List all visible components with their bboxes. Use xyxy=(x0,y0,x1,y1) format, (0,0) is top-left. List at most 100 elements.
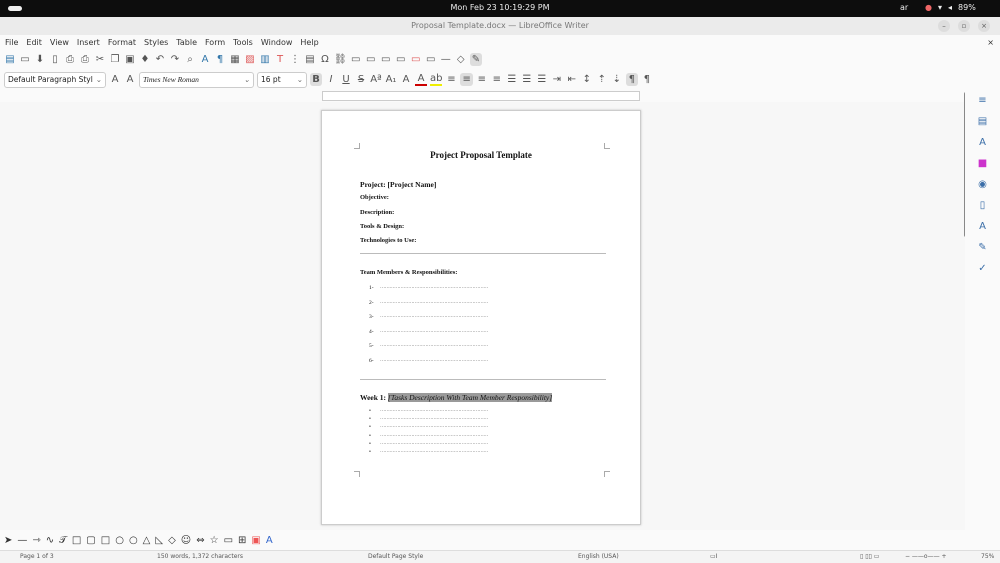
font-size-combo[interactable]: 16 pt ⌄ xyxy=(257,71,307,88)
menu-format[interactable]: Format xyxy=(108,35,136,50)
line-icon[interactable]: — xyxy=(440,54,452,65)
shapes-icon[interactable]: ◇ xyxy=(455,54,467,65)
align-left-icon[interactable]: ≡ xyxy=(445,74,457,85)
increase-indent-icon[interactable]: ⇥ xyxy=(551,74,563,85)
square-icon[interactable]: □ xyxy=(101,535,110,546)
highlight-icon[interactable]: ab xyxy=(430,73,443,86)
menu-icon[interactable]: ≡ xyxy=(978,95,986,106)
team-member-blank[interactable]: …………………………………………………………… xyxy=(380,358,488,363)
line-icon[interactable]: — xyxy=(17,535,27,546)
maximize-button[interactable]: ▫ xyxy=(958,20,970,32)
input-language[interactable]: ar xyxy=(900,3,908,12)
italic-icon[interactable]: I xyxy=(325,74,337,85)
chevron-down-icon[interactable]: ⌄ xyxy=(297,73,303,87)
clock[interactable]: Mon Feb 23 10:19:29 PM xyxy=(0,3,1000,12)
menu-file[interactable]: File xyxy=(5,35,18,50)
star-icon[interactable]: ☆ xyxy=(210,535,219,546)
menu-help[interactable]: Help xyxy=(300,35,318,50)
team-member-blank[interactable]: …………………………………………………………… xyxy=(380,300,488,305)
navigator-icon[interactable]: ◉ xyxy=(978,179,987,190)
decrease-indent-icon[interactable]: ⇤ xyxy=(566,74,578,85)
page-style[interactable]: Default Page Style xyxy=(368,551,423,563)
diamond-icon[interactable]: ◇ xyxy=(168,535,176,546)
horizontal-ruler[interactable] xyxy=(322,91,640,101)
design-icon[interactable]: ✓ xyxy=(978,263,986,274)
paste-icon[interactable]: ▣ xyxy=(124,54,136,65)
page-count[interactable]: Page 1 of 3 xyxy=(20,551,54,563)
strikethrough-icon[interactable]: S xyxy=(355,74,367,85)
rounded-rectangle-icon[interactable]: ▢ xyxy=(86,535,95,546)
underline-icon[interactable]: U xyxy=(340,74,352,85)
comment-icon[interactable]: ▭ xyxy=(410,54,422,65)
team-member-blank[interactable]: …………………………………………………………… xyxy=(380,314,488,319)
menu-table[interactable]: Table xyxy=(176,35,197,50)
find-replace-icon[interactable]: ⌕ xyxy=(184,54,196,65)
track-changes-icon[interactable]: ▭ xyxy=(425,54,437,65)
minimize-button[interactable]: – xyxy=(938,20,950,32)
styles-icon[interactable]: A xyxy=(979,137,986,148)
subscript-icon[interactable]: A₁ xyxy=(385,74,397,85)
new-style-icon[interactable]: A xyxy=(124,74,136,85)
menu-edit[interactable]: Edit xyxy=(26,35,42,50)
justify-icon[interactable]: ≡ xyxy=(491,74,503,85)
fontwork-icon[interactable]: 𝒯 xyxy=(59,535,67,546)
rtl-icon[interactable]: ¶ xyxy=(641,74,653,85)
cut-icon[interactable]: ✂ xyxy=(94,54,106,65)
language[interactable]: English (USA) xyxy=(578,551,619,563)
page-break-icon[interactable]: ⋮ xyxy=(289,54,301,65)
task-blank[interactable]: …………………………………………………………… xyxy=(380,424,488,429)
page-icon[interactable]: ▯ xyxy=(980,200,986,211)
font-color-icon[interactable]: A xyxy=(415,73,427,86)
chevron-down-icon[interactable]: ⌄ xyxy=(244,73,250,87)
task-blank[interactable]: …………………………………………………………… xyxy=(380,408,488,413)
undo-icon[interactable]: ↶ xyxy=(154,54,166,65)
selection-mode-icon[interactable]: ▭I xyxy=(710,551,717,563)
ellipse-icon[interactable]: ○ xyxy=(115,535,124,546)
bookmark-icon[interactable]: ▭ xyxy=(380,54,392,65)
image-icon[interactable]: ▨ xyxy=(244,54,256,65)
redo-icon[interactable]: ↷ xyxy=(169,54,181,65)
clone-formatting-icon[interactable]: ♦ xyxy=(139,54,151,65)
update-style-icon[interactable]: A xyxy=(109,74,121,85)
export-pdf-icon[interactable]: ▯ xyxy=(49,54,61,65)
curve-icon[interactable]: ∿ xyxy=(46,535,54,546)
team-member-blank[interactable]: …………………………………………………………… xyxy=(380,343,488,348)
cross-reference-icon[interactable]: ▭ xyxy=(395,54,407,65)
manage-changes-icon[interactable]: ✎ xyxy=(978,242,986,253)
close-button[interactable]: × xyxy=(978,20,990,32)
gallery-icon[interactable]: ■ xyxy=(978,158,987,169)
menu-styles[interactable]: Styles xyxy=(144,35,168,50)
zoom-slider[interactable]: − ——o—— + xyxy=(905,551,947,563)
close-document-icon[interactable]: × xyxy=(987,35,994,50)
document-page[interactable]: Project Proposal Template Project: [Proj… xyxy=(321,110,641,525)
numbering-icon[interactable]: ☰ xyxy=(521,74,533,85)
decrease-spacing-icon[interactable]: ⇣ xyxy=(611,74,623,85)
new-icon[interactable]: ▤ xyxy=(4,54,16,65)
task-blank[interactable]: …………………………………………………………… xyxy=(380,449,488,454)
fontwork-gallery-icon[interactable]: A xyxy=(266,535,273,546)
style-inspector-icon[interactable]: A xyxy=(979,221,986,232)
callout-icon[interactable]: ▭ xyxy=(224,535,233,546)
print-icon[interactable]: ⎙ xyxy=(64,54,76,65)
field-icon[interactable]: ▤ xyxy=(304,54,316,65)
bullets-icon[interactable]: ☰ xyxy=(506,74,518,85)
open-icon[interactable]: ▭ xyxy=(19,54,31,65)
menu-view[interactable]: View xyxy=(50,35,69,50)
circle-icon[interactable]: ○ xyxy=(129,535,138,546)
team-member-blank[interactable]: …………………………………………………………… xyxy=(380,329,488,334)
font-name-combo[interactable]: Times New Roman ⌄ xyxy=(139,71,254,88)
chevron-down-icon[interactable]: ⌄ xyxy=(96,73,102,87)
menu-insert[interactable]: Insert xyxy=(77,35,100,50)
spelling-icon[interactable]: A xyxy=(199,54,211,65)
task-blank[interactable]: …………………………………………………………… xyxy=(380,441,488,446)
copy-icon[interactable]: ❐ xyxy=(109,54,121,65)
ltr-icon[interactable]: ¶ xyxy=(625,73,638,86)
select-icon[interactable]: ➤ xyxy=(4,535,12,546)
system-tray[interactable]: ● ▾ ◂ 89% xyxy=(925,3,976,12)
paragraph-style-combo[interactable]: Default Paragraph Styl ⌄ xyxy=(4,71,106,88)
chart-icon[interactable]: ▥ xyxy=(259,54,271,65)
task-blank[interactable]: …………………………………………………………… xyxy=(380,433,488,438)
footnote-icon[interactable]: ▭ xyxy=(350,54,362,65)
view-layout-icons[interactable]: ▯ ▯▯ ▭ xyxy=(860,551,879,563)
textbox-icon[interactable]: ▣ xyxy=(251,535,260,546)
